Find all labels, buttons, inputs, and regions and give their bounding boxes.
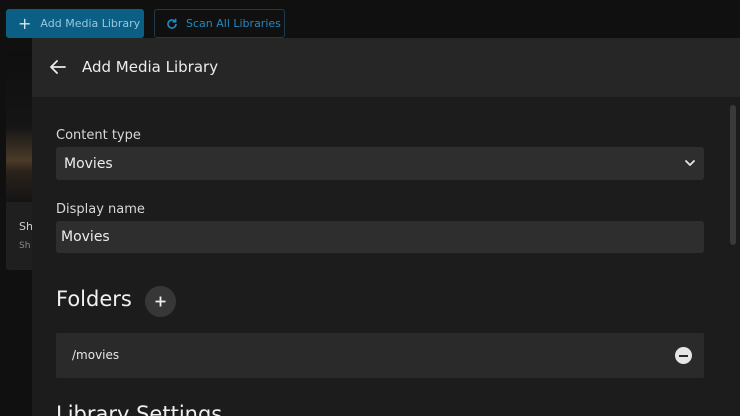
content-type-label: Content type — [56, 128, 141, 143]
folder-list-item: /movies — [56, 333, 704, 378]
chevron-down-icon — [685, 160, 695, 166]
add-folder-button[interactable] — [145, 286, 176, 317]
add-media-library-label: Add Media Library — [40, 17, 141, 30]
scan-all-libraries-label: Scan All Libraries — [186, 17, 281, 30]
minus-circle-icon — [679, 354, 688, 357]
library-card-subtitle: Sh — [19, 241, 31, 251]
display-name-label: Display name — [56, 202, 145, 217]
folders-heading: Folders — [56, 287, 132, 311]
refresh-icon — [167, 18, 177, 29]
library-card-title: Sh — [19, 220, 33, 233]
dialog-title: Add Media Library — [82, 58, 219, 76]
library-settings-heading: Library Settings — [56, 402, 223, 416]
add-media-library-button[interactable]: + Add Media Library — [6, 9, 144, 38]
display-name-value: Movies — [61, 229, 110, 245]
plus-icon: + — [18, 13, 32, 33]
add-media-library-dialog: Add Media Library Content type Movies Di… — [32, 38, 740, 416]
scan-all-libraries-button[interactable]: Scan All Libraries — [154, 9, 285, 38]
arrow-left-icon — [50, 60, 66, 74]
back-button[interactable] — [49, 58, 67, 76]
content-type-value: Movies — [64, 155, 113, 172]
scrollbar-thumb[interactable] — [730, 105, 736, 245]
folder-path: /movies — [72, 348, 120, 362]
plus-icon — [155, 296, 166, 307]
display-name-field[interactable]: Movies — [56, 221, 704, 253]
dialog-scrollbar[interactable] — [728, 97, 740, 416]
dialog-header: Add Media Library — [32, 38, 740, 97]
content-type-select[interactable]: Movies — [56, 147, 704, 180]
remove-folder-button[interactable] — [675, 347, 692, 364]
